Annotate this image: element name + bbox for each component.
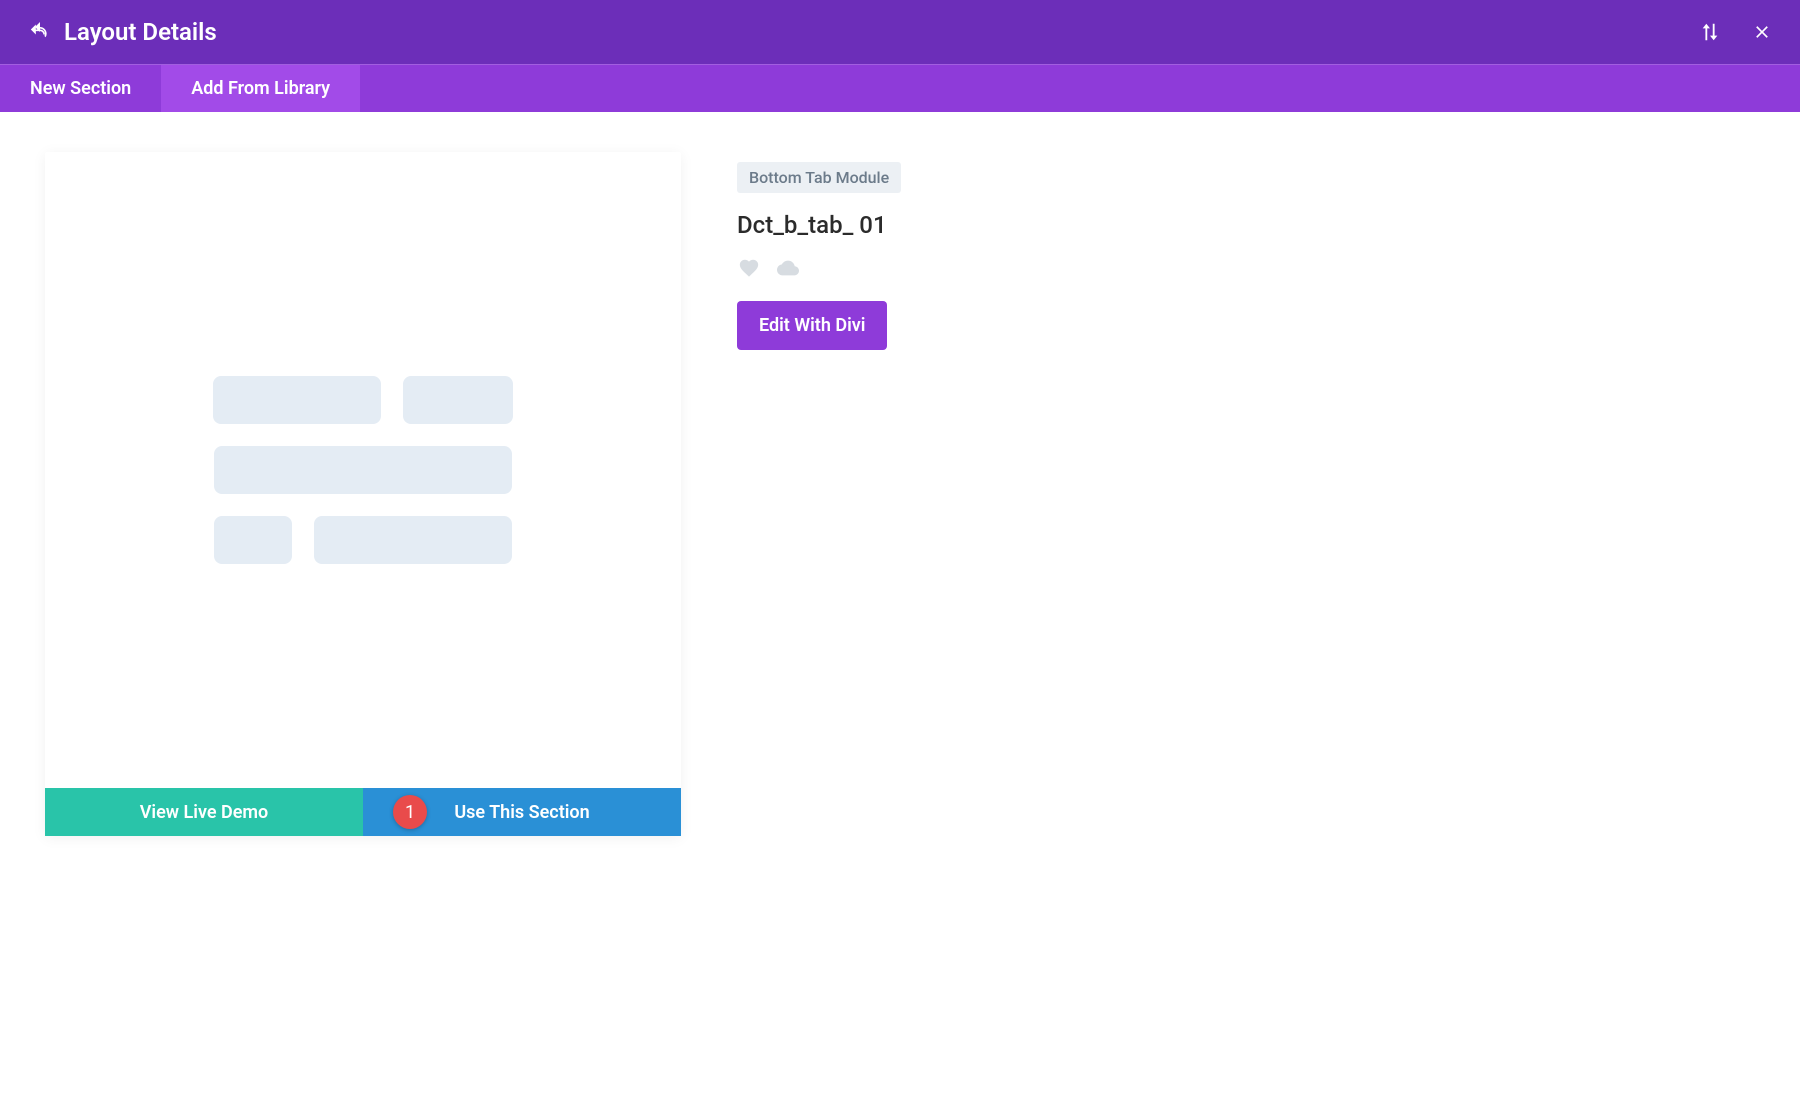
placeholder-block <box>213 376 381 424</box>
tab-row: New Section Add From Library <box>0 64 1800 112</box>
placeholder-block <box>403 376 513 424</box>
top-bar-left: Layout Details <box>24 16 217 48</box>
cloud-button[interactable] <box>773 257 803 283</box>
edit-with-divi-button[interactable]: Edit With Divi <box>737 301 887 350</box>
cloud-icon <box>773 257 803 279</box>
preview-card: View Live Demo 1 Use This Section <box>45 152 681 836</box>
card-actions: View Live Demo 1 Use This Section <box>45 788 681 836</box>
sort-button[interactable] <box>1696 18 1724 46</box>
favorite-button[interactable] <box>737 257 761 283</box>
top-bar: Layout Details <box>0 0 1800 64</box>
close-button[interactable] <box>1748 18 1776 46</box>
page-title: Layout Details <box>64 18 217 46</box>
placeholder-row <box>214 516 512 564</box>
placeholder-block <box>314 516 512 564</box>
side-panel: Bottom Tab Module Dct_b_tab_ 01 Edit Wit… <box>737 152 901 350</box>
placeholder-block <box>214 516 292 564</box>
preview-placeholder <box>45 152 681 788</box>
sort-arrows-icon <box>1699 21 1721 43</box>
content-area: View Live Demo 1 Use This Section Bottom… <box>0 112 1800 836</box>
tab-new-section[interactable]: New Section <box>0 65 161 112</box>
back-button[interactable] <box>24 16 56 48</box>
use-section-label: Use This Section <box>454 802 589 823</box>
use-this-section-button[interactable]: 1 Use This Section <box>363 788 681 836</box>
close-icon <box>1752 22 1772 42</box>
heart-icon <box>737 257 761 279</box>
module-tag: Bottom Tab Module <box>737 162 901 193</box>
undo-icon <box>29 22 51 42</box>
layout-name: Dct_b_tab_ 01 <box>737 211 887 239</box>
placeholder-row <box>213 376 513 424</box>
icon-row <box>737 257 803 283</box>
top-bar-right <box>1696 18 1776 46</box>
step-badge: 1 <box>393 795 427 829</box>
placeholder-block <box>214 446 512 494</box>
tab-add-from-library[interactable]: Add From Library <box>161 65 360 112</box>
placeholder-row <box>214 446 512 494</box>
view-live-demo-button[interactable]: View Live Demo <box>45 788 363 836</box>
